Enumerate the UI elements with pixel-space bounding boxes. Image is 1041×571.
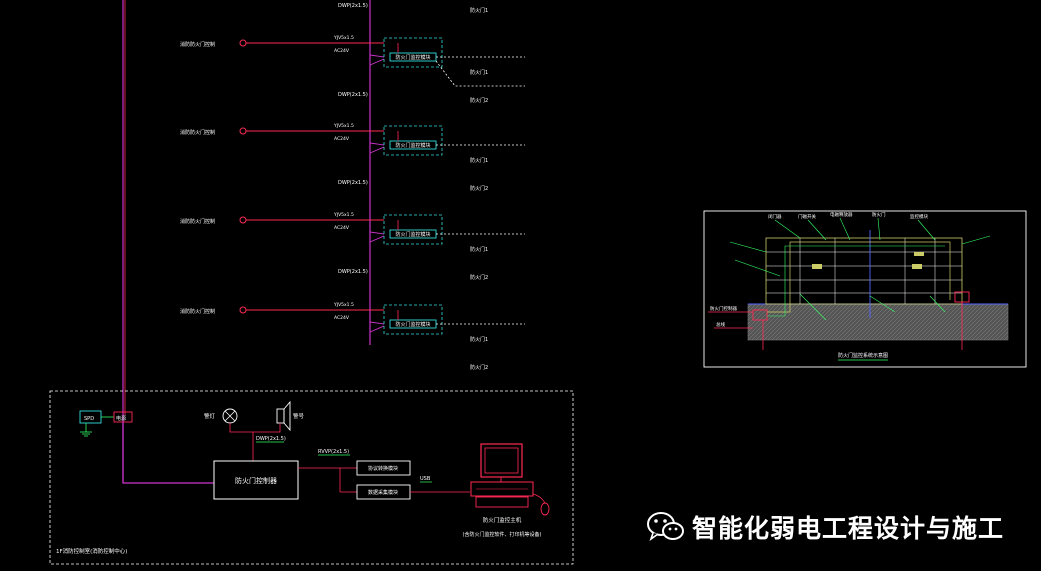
detail-module-3 (914, 252, 924, 256)
detail-leader-3 (839, 217, 851, 241)
cable-bottom-label: AC24V (334, 136, 350, 142)
bus-tap-2 (369, 146, 385, 154)
cable-top-label: YJV5x1.5 (333, 302, 354, 308)
bus-tap-2 (369, 325, 385, 333)
bus-tap (369, 231, 385, 235)
bus-cable-label: DWP(2x1.5) (338, 92, 368, 98)
control-room-label: 1F消防控制室(消防控制中心) (56, 547, 127, 555)
door-label-right: 防火门2 (470, 274, 488, 281)
bus-tap-2 (369, 235, 385, 243)
bus-tap-2 (369, 58, 385, 66)
branch-3: 消防防火门控制 YJV5x1.5 AC24V 防火门监控模块防火门1 防火门2 DWP(2… (180, 212, 525, 281)
bus-tap (369, 54, 385, 58)
detail-label-5: 防火门控制器 (710, 305, 737, 312)
detail-module-1 (812, 264, 822, 269)
module-dashed-frame (383, 37, 443, 68)
monitor-screen (484, 447, 519, 474)
cable-bottom-label: AC24V (334, 48, 350, 54)
detail-label-0: 闭门器 (768, 213, 782, 220)
network-cable-label: RVVP(2x1.5) (318, 449, 349, 455)
monitor-icon (480, 443, 523, 478)
spd-label: SPD (84, 416, 94, 422)
monitoring-module-label: 防火门监控模块 (395, 231, 430, 238)
door-label-left: 防火门1 (470, 69, 488, 76)
device-label: 消防防火门控制 (180, 218, 215, 225)
detail-floor-hatch (748, 304, 1008, 340)
device-label: 消防防火门控制 (180, 129, 215, 136)
cable-bottom-label: AC24V (334, 315, 350, 321)
detail-leader-1 (774, 219, 801, 239)
monitoring-module-label: 防火门监控模块 (395, 142, 430, 149)
door-label-left: 防火门1 (470, 157, 488, 164)
detail-leader-7 (734, 259, 781, 277)
detail-leader-11 (961, 235, 991, 245)
door-label-right: 防火门2 (470, 185, 488, 192)
detail-label-2: 电磁释放器 (830, 211, 853, 218)
monitoring-module-label: 防火门监控模块 (395, 54, 430, 61)
detail-module-2 (912, 264, 922, 269)
data-module-label: 数据采集模块 (368, 489, 398, 496)
horn-label: 警号 (293, 412, 305, 420)
bus-tap (369, 321, 385, 325)
alarm-lamp-label: 警灯 (204, 412, 216, 420)
wechat-icon (647, 512, 684, 542)
device-label: 消防防火门控制 (180, 41, 215, 48)
detail-frame (703, 210, 1027, 368)
door-label-left: 防火门1 (470, 246, 488, 253)
device-node (239, 306, 247, 314)
door-label-right: 防火门2 (470, 364, 488, 371)
module-dashed-frame (383, 304, 443, 335)
detail-leader-4 (877, 217, 881, 241)
detail-label-3: 防火门 (872, 211, 886, 218)
horn-icon-body (276, 408, 285, 424)
alarm-wire (229, 423, 281, 433)
top-bus-cable-label: DWP(2x1.5) (338, 3, 368, 9)
horn-icon (283, 400, 291, 432)
device-node (239, 127, 247, 135)
bus-to-controller (122, 422, 214, 484)
usb-label: USB (420, 476, 431, 482)
detail-label-1: 门磁开关 (798, 213, 816, 220)
bus-tap (369, 142, 385, 146)
module-dashed-frame (383, 125, 443, 156)
monitoring-module-label: 防火门监控模块 (395, 321, 430, 328)
fire-door-monitoring-diagram: DWP(2x1.5) 防火门1 消防防火门控制YJV5x1.5AC24V防火门监… (49, 0, 1027, 565)
alarm-cable-label: DWP(2x1.5) (256, 436, 286, 442)
detail-drawing: 闭门器 门磁开关 电磁释放器 防火门 监控模块 防火门控制器 总线 防火门监控系… (703, 210, 1027, 368)
watermark-text: 智能化弱电工程设计与施工 (692, 514, 1005, 543)
detail-door-frame (765, 237, 963, 305)
device-node (239, 216, 247, 224)
branch-2: 消防防火门控制 YJV5x1.5 AC24V 防火门监控模块防火门1 防火门2 DWP(2… (180, 123, 525, 192)
bus-cable-label: DWP(2x1.5) (338, 180, 368, 186)
keyboard-icon (475, 496, 529, 508)
protocol-converter-label: 协议转换模块 (368, 465, 398, 472)
detail-leader-5 (917, 219, 936, 241)
branch-1: 消防防火门控制 YJV5x1.5 AC24V 防火门监控模块防火门1 防火门2 DWP(2… (180, 35, 525, 104)
detail-label-6: 总线 (716, 321, 725, 328)
door-label-top: 防火门1 (470, 7, 488, 14)
pc-sublabel: (含防火门监控软件、打印机等设备) (463, 531, 542, 538)
watermark: 智能化弱电工程设计与施工 (646, 507, 1026, 547)
cable-top-label: YJV5x1.5 (333, 212, 354, 218)
door-label-left: 防火门1 (470, 336, 488, 343)
detail-label-4: 监控模块 (910, 213, 928, 220)
fire-door-controller-label: 防火门控制器 (235, 476, 277, 485)
detail-title: 防火门监控系统示意图 (838, 352, 888, 359)
mouse-icon (540, 502, 550, 516)
cable-top-label: YJV5x1.5 (333, 123, 354, 129)
pc-label: 防火门监控主机 (483, 516, 522, 524)
branch-4: 消防防火门控制 YJV5x1.5 AC24V 防火门监控模块防火门1 防火门2 (180, 302, 525, 371)
mouse-cable (532, 493, 546, 504)
door-label-right: 防火门2 (470, 97, 488, 104)
bus-cable-label: DWP(2x1.5) (338, 269, 368, 275)
detail-leader-2 (807, 219, 827, 241)
module-dashed-frame (383, 214, 443, 245)
device-node (239, 39, 247, 47)
cable-bottom-label: AC24V (334, 225, 350, 231)
power-label: 电源 (116, 415, 126, 422)
cable-top-label: YJV5x1.5 (333, 35, 354, 41)
device-label: 消防防火门控制 (180, 308, 215, 315)
detail-leader-6 (729, 241, 767, 253)
